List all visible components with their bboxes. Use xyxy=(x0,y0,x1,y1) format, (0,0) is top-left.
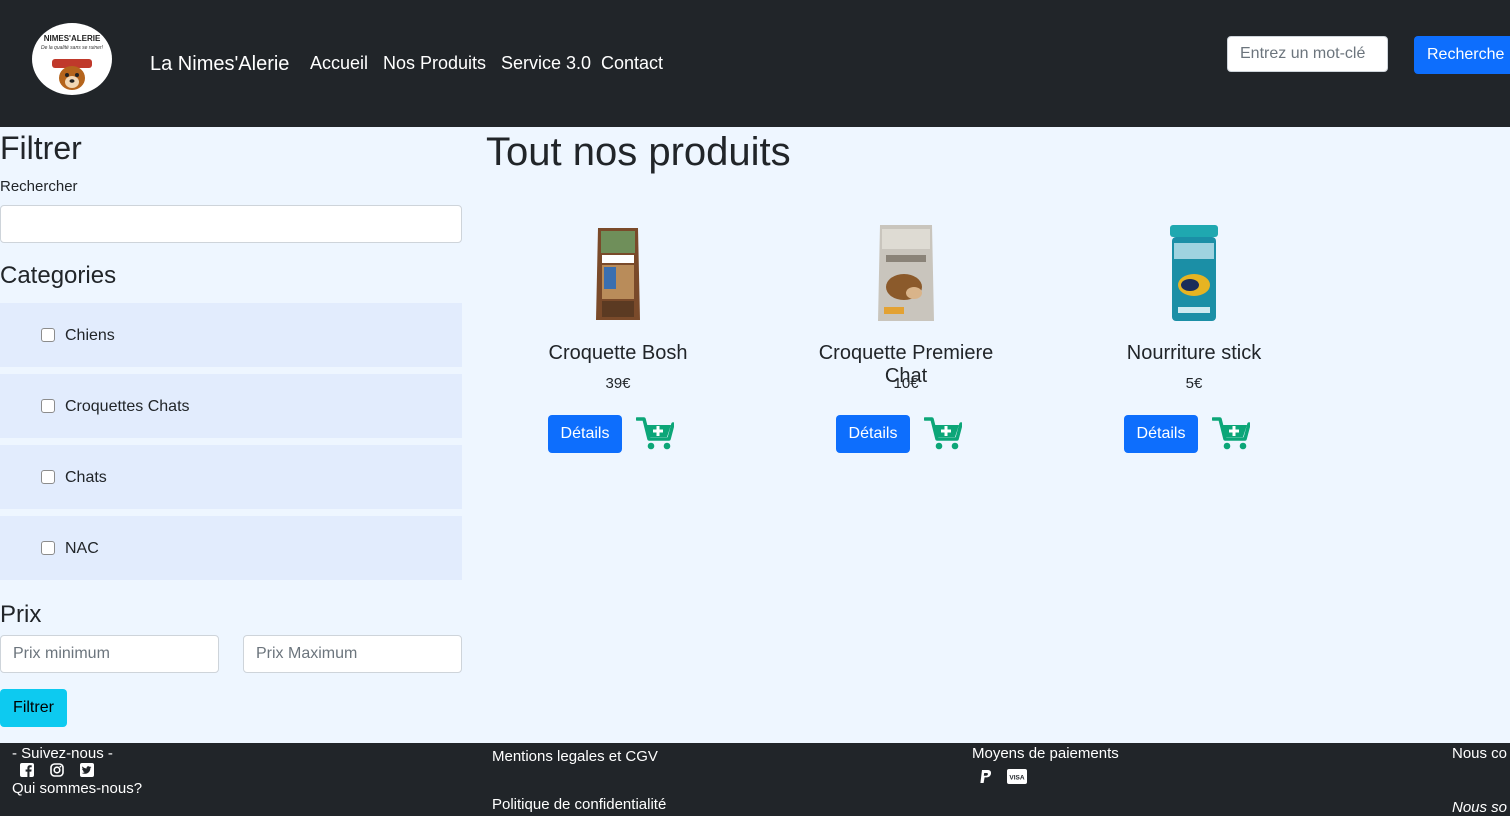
category-item-chats[interactable]: Chats xyxy=(0,445,462,509)
product-image[interactable] xyxy=(578,215,658,325)
category-label: NAC xyxy=(65,540,99,557)
nav-link-nos-produits[interactable]: Nos Produits xyxy=(383,53,486,74)
search-input[interactable] xyxy=(1227,36,1388,72)
category-label: Chats xyxy=(65,469,107,486)
footer: - Suivez-nous - Qui sommes-nous? Mention… xyxy=(0,743,1510,816)
fish-food-tub-icon xyxy=(1170,225,1218,321)
visa-text: VISA xyxy=(1009,775,1024,782)
nav-link-contact[interactable]: Contact xyxy=(601,53,663,74)
category-label: Chiens xyxy=(65,327,115,344)
category-item-chiens[interactable]: Chiens xyxy=(0,303,462,367)
category-item-croquettes-chats[interactable]: Croquettes Chats xyxy=(0,374,462,438)
details-button[interactable]: Détails xyxy=(1124,415,1198,453)
checkbox[interactable] xyxy=(41,399,55,413)
about-us-link[interactable]: Qui sommes-nous? xyxy=(12,780,142,797)
price-max-input[interactable] xyxy=(243,635,462,673)
visa-card-icon: VISA xyxy=(1007,769,1027,784)
checkbox[interactable] xyxy=(41,328,55,342)
logo[interactable]: NIMES'ALERIE De la qualité sans se ruine… xyxy=(32,23,112,95)
dog-food-bag-icon xyxy=(596,228,640,320)
add-to-cart-icon[interactable] xyxy=(1212,415,1250,451)
cat-food-bag-icon xyxy=(878,225,934,321)
category-label: Croquettes Chats xyxy=(65,398,190,415)
price-min-input[interactable] xyxy=(0,635,219,673)
product-price: 39€ xyxy=(605,375,631,392)
privacy-link[interactable]: Politique de confidentialité xyxy=(492,796,666,813)
filter-button[interactable]: Filtrer xyxy=(0,689,67,727)
payment-methods-label: Moyens de paiements xyxy=(972,745,1119,762)
contact-heading: Nous co xyxy=(1452,745,1508,762)
filter-title: Filtrer xyxy=(0,130,82,166)
product-price: 5€ xyxy=(1185,375,1203,392)
product-image[interactable] xyxy=(1154,215,1234,325)
checkbox[interactable] xyxy=(41,470,55,484)
follow-us-label: - Suivez-nous - xyxy=(12,745,113,762)
navbar: NIMES'ALERIE De la qualité sans se ruine… xyxy=(0,0,1510,127)
product-name: Nourriture stick xyxy=(1126,342,1262,364)
search-button[interactable]: Recherche xyxy=(1414,36,1510,74)
legal-link[interactable]: Mentions legales et CGV xyxy=(492,748,658,765)
product-price: 10€ xyxy=(893,375,919,392)
page-title: Tout nos produits xyxy=(486,130,791,174)
filter-search-input[interactable] xyxy=(0,205,462,243)
logo-title: NIMES'ALERIE xyxy=(43,34,101,43)
details-button[interactable]: Détails xyxy=(836,415,910,453)
footer-tagline: Nous so xyxy=(1452,799,1508,816)
facebook-icon[interactable] xyxy=(20,763,34,777)
product-name: Croquette Bosh xyxy=(548,342,688,364)
search-label: Rechercher xyxy=(0,178,78,195)
add-to-cart-icon[interactable] xyxy=(924,415,962,451)
details-button[interactable]: Détails xyxy=(548,415,622,453)
price-title: Prix xyxy=(0,601,42,628)
category-item-nac[interactable]: NAC xyxy=(0,516,462,580)
checkbox[interactable] xyxy=(41,541,55,555)
logo-slogan: De la qualité sans se ruiner! xyxy=(41,45,103,51)
nav-link-service[interactable]: Service 3.0 xyxy=(501,53,591,74)
twitter-icon[interactable] xyxy=(80,763,94,777)
product-image[interactable] xyxy=(866,215,946,325)
instagram-icon[interactable] xyxy=(50,763,64,777)
paypal-icon xyxy=(980,770,992,783)
dog-mascot-icon xyxy=(52,59,92,90)
nav-link-accueil[interactable]: Accueil xyxy=(310,53,368,74)
brand-name[interactable]: La Nimes'Alerie xyxy=(150,53,289,76)
add-to-cart-icon[interactable] xyxy=(636,415,674,451)
categories-title: Categories xyxy=(0,262,117,289)
